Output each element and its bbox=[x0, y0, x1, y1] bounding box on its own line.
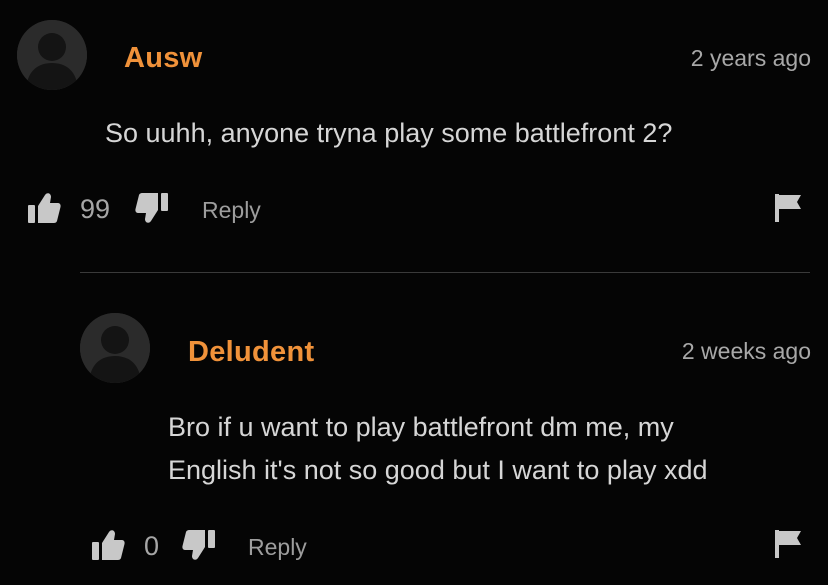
comment-actions: 0 Reply bbox=[0, 527, 828, 567]
thumbs-up-icon[interactable] bbox=[91, 529, 125, 566]
user-avatar-icon bbox=[17, 20, 87, 90]
timestamp: 2 weeks ago bbox=[681, 338, 811, 364]
divider bbox=[80, 272, 810, 273]
comment-text: So uuhh, anyone tryna play some battlefr… bbox=[105, 118, 673, 148]
reply-button[interactable]: Reply bbox=[202, 197, 261, 224]
thumbs-down-icon[interactable] bbox=[182, 529, 216, 566]
timestamp: 2 years ago bbox=[690, 45, 811, 71]
avatar[interactable] bbox=[17, 20, 87, 90]
comment-actions: 99 Reply bbox=[0, 190, 828, 230]
comment-text-line: English it's not so good but I want to p… bbox=[168, 455, 708, 485]
reply-button[interactable]: Reply bbox=[248, 534, 307, 561]
comment-text: Bro if u want to play battlefront dm me,… bbox=[168, 406, 708, 492]
avatar[interactable] bbox=[80, 313, 150, 383]
thumbs-down-icon[interactable] bbox=[135, 192, 169, 229]
thumbs-up-icon[interactable] bbox=[27, 192, 61, 229]
user-avatar-icon bbox=[80, 313, 150, 383]
flag-icon[interactable] bbox=[775, 194, 803, 227]
comment-text-line: Bro if u want to play battlefront dm me,… bbox=[168, 412, 674, 442]
flag-icon[interactable] bbox=[775, 530, 803, 563]
username[interactable]: Ausw bbox=[124, 42, 203, 75]
like-count: 0 bbox=[144, 531, 160, 561]
like-count: 99 bbox=[80, 194, 111, 224]
username[interactable]: Deludent bbox=[188, 336, 314, 369]
